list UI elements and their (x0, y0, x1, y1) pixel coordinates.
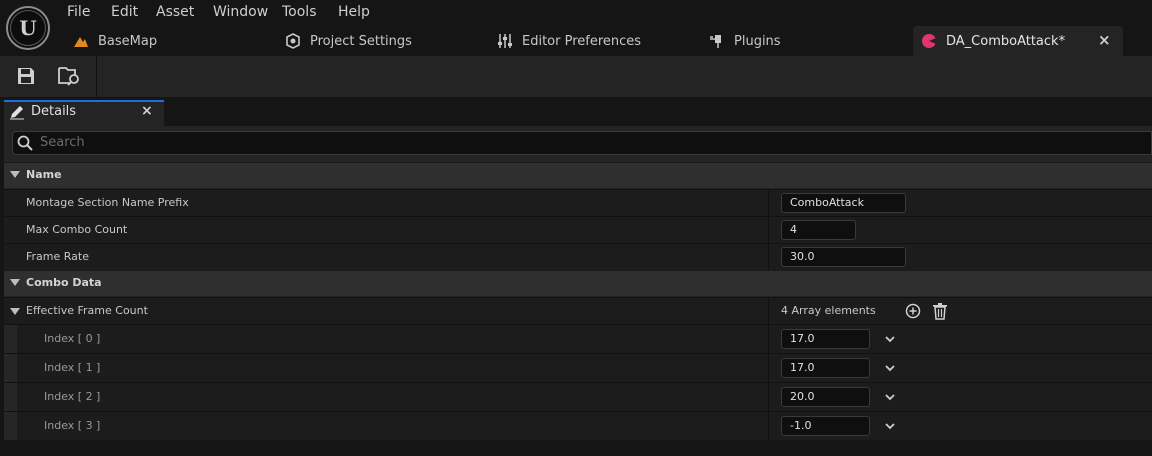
menu-asset[interactable]: Asset (156, 3, 194, 21)
array-index-label: Index [ 1 ] (44, 361, 101, 374)
pencil-icon (9, 104, 25, 124)
tab-label: Plugins (734, 33, 781, 49)
search-placeholder: Search (40, 135, 85, 150)
category-name[interactable]: Name (4, 162, 1152, 188)
category-label: Name (26, 168, 62, 181)
array-value-field[interactable]: -1.0 (781, 416, 870, 436)
save-icon[interactable] (14, 64, 38, 88)
tab-editor-preferences[interactable]: Editor Preferences (496, 26, 641, 56)
trash-icon[interactable] (932, 302, 948, 324)
frame-rate-field[interactable]: 30.0 (781, 247, 906, 267)
property-row-frame-rate: Frame Rate (4, 243, 1152, 270)
array-element-row: Index [ 2 ] (4, 382, 1152, 411)
array-summary: 4 Array elements (781, 304, 876, 317)
plug-icon (708, 32, 726, 50)
array-value-field[interactable]: 17.0 (781, 358, 870, 378)
array-index-label: Index [ 3 ] (44, 419, 101, 432)
array-element-row: Index [ 3 ] (4, 411, 1152, 440)
menu-window[interactable]: Window (213, 3, 268, 21)
expand-arrow-icon[interactable] (10, 308, 20, 315)
tab-details[interactable] (4, 100, 164, 126)
tab-da-comboattack[interactable]: DA_ComboAttack* (920, 26, 1065, 56)
menu-help[interactable]: Help (338, 3, 370, 21)
search-icon (17, 135, 33, 155)
category-label: Combo Data (26, 276, 102, 289)
property-label: Montage Section Name Prefix (26, 196, 189, 209)
tab-basemap[interactable]: BaseMap (72, 26, 157, 56)
sliders-icon (496, 32, 514, 50)
menu-file[interactable]: File (67, 3, 90, 21)
toolbar (0, 56, 1152, 97)
array-element-row: Index [ 0 ] (4, 324, 1152, 353)
toolbar-divider (96, 56, 97, 97)
expand-arrow-icon[interactable] (10, 279, 20, 286)
tab-label: Editor Preferences (522, 33, 642, 49)
array-index-label: Index [ 2 ] (44, 390, 101, 403)
browse-asset-icon[interactable] (58, 64, 82, 88)
data-asset-icon (920, 32, 938, 50)
tab-project-settings[interactable]: Project Settings (284, 26, 412, 56)
tab-plugins[interactable]: Plugins (708, 26, 781, 56)
chevron-down-icon[interactable] (884, 362, 896, 374)
property-label: Effective Frame Count (26, 304, 148, 317)
menu-edit[interactable]: Edit (111, 3, 138, 21)
array-value-field[interactable]: 17.0 (781, 329, 870, 349)
add-element-icon[interactable] (905, 303, 921, 323)
array-element-row: Index [ 1 ] (4, 353, 1152, 382)
property-row-montage-prefix: Montage Section Name Prefix (4, 189, 1152, 216)
chevron-down-icon[interactable] (884, 333, 896, 345)
property-row-effective-frame-count: Effective Frame Count 4 Array elements (4, 297, 1152, 324)
details-tab-label: Details (31, 104, 77, 119)
close-icon[interactable]: × (1098, 31, 1112, 49)
level-icon (72, 32, 90, 50)
expand-arrow-icon[interactable] (10, 171, 20, 178)
montage-prefix-field[interactable]: ComboAttack (781, 193, 906, 213)
close-icon[interactable]: × (141, 103, 153, 119)
chevron-down-icon[interactable] (884, 420, 896, 432)
tab-label: Project Settings (310, 33, 412, 49)
search-input[interactable] (12, 131, 1152, 155)
unreal-logo[interactable]: U (6, 6, 50, 50)
property-label: Frame Rate (26, 250, 89, 263)
category-combo-data[interactable]: Combo Data (4, 270, 1152, 296)
tab-label: DA_ComboAttack* (946, 33, 1066, 49)
property-row-max-combo: Max Combo Count (4, 216, 1152, 243)
panel-tab-bar (0, 97, 1152, 126)
property-label: Max Combo Count (26, 223, 128, 236)
array-value-field[interactable]: 20.0 (781, 387, 870, 407)
gear-cube-icon (284, 32, 302, 50)
max-combo-field[interactable]: 4 (781, 220, 856, 240)
chevron-down-icon[interactable] (884, 391, 896, 403)
array-index-label: Index [ 0 ] (44, 332, 101, 345)
menu-tools[interactable]: Tools (282, 3, 317, 21)
tab-label: BaseMap (98, 33, 158, 49)
